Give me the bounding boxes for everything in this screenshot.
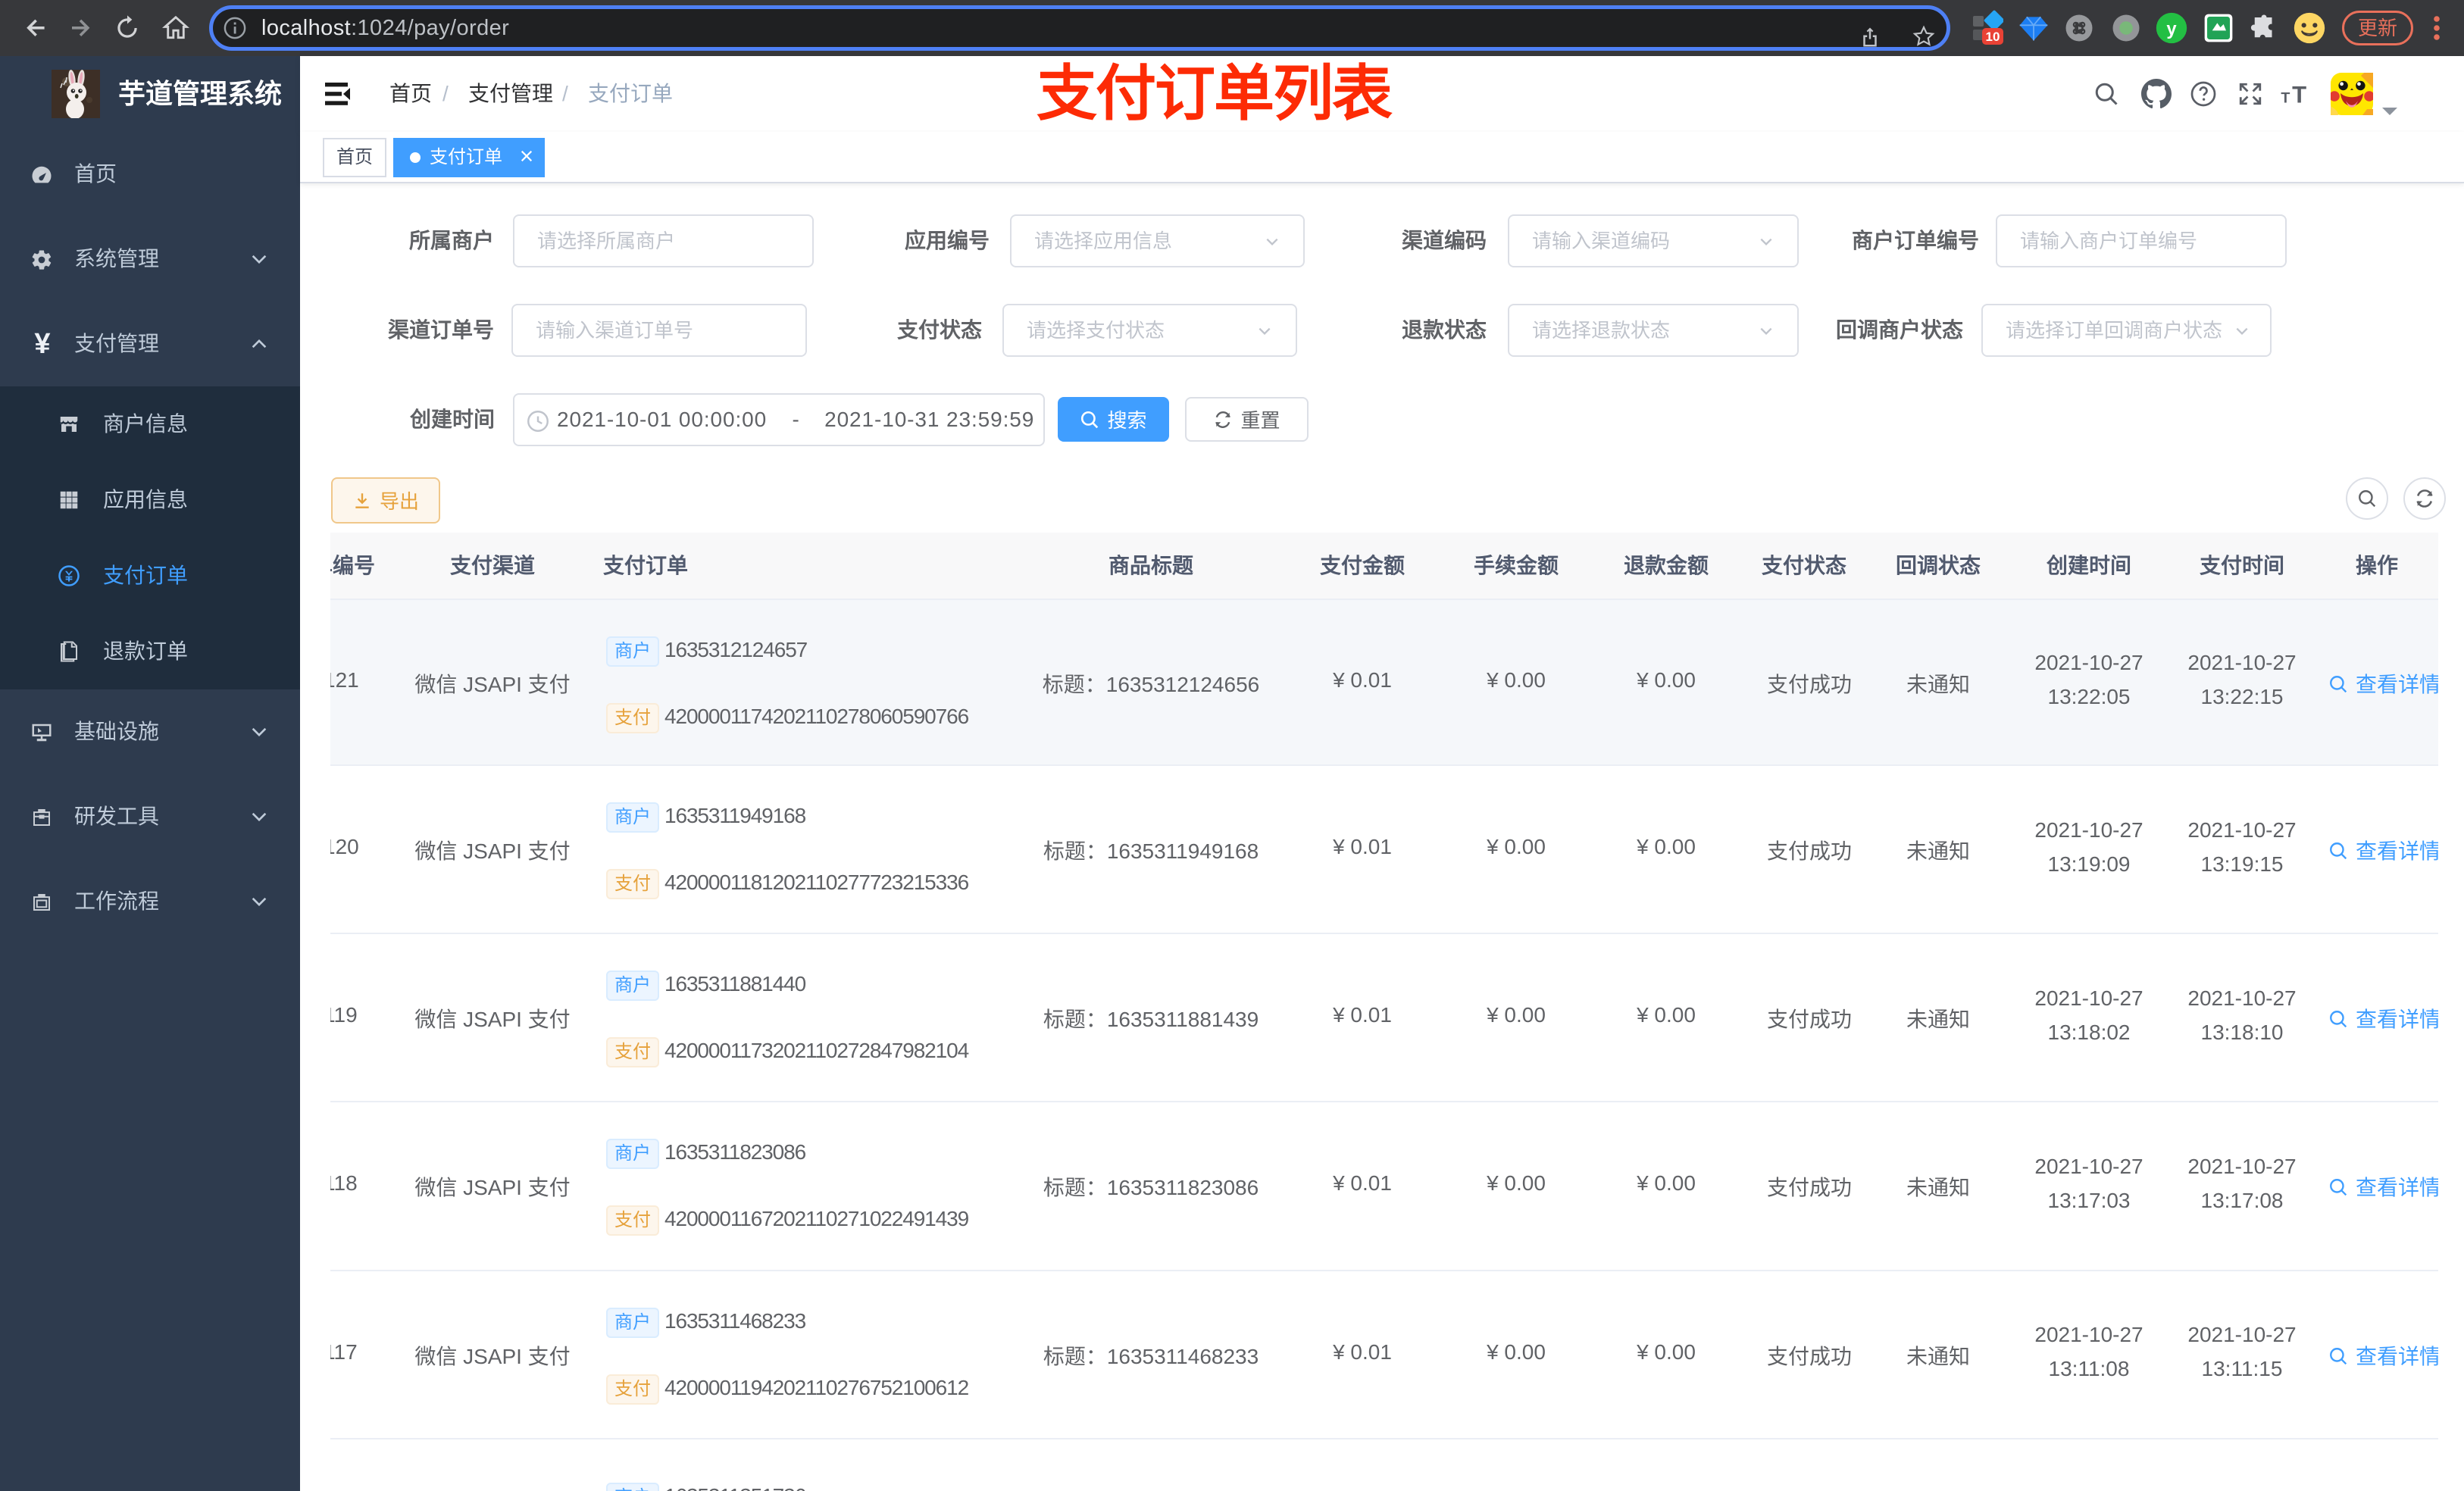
svg-text:T: T <box>2292 81 2306 108</box>
svg-text:y: y <box>2166 19 2177 39</box>
svg-text:T: T <box>2281 89 2290 106</box>
svg-text:10: 10 <box>1986 30 2000 44</box>
